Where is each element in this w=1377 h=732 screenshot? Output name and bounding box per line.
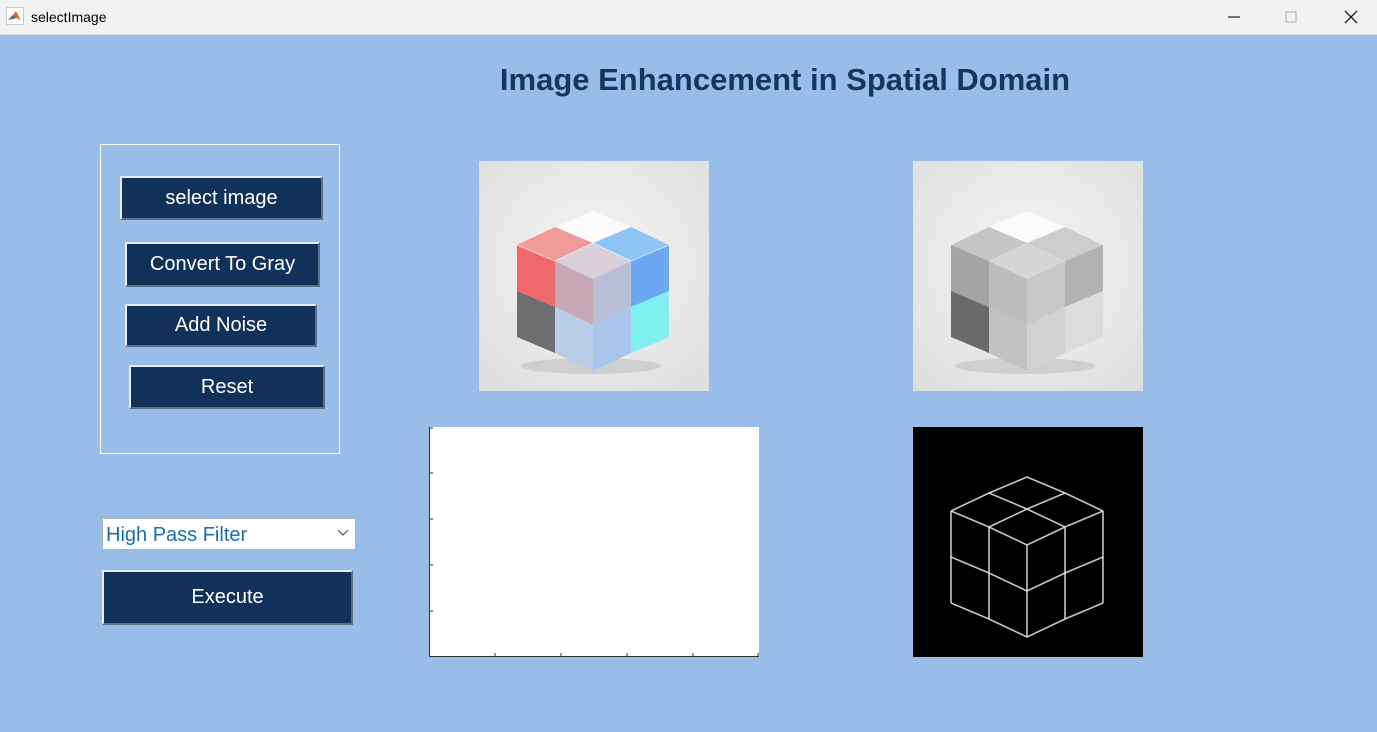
window-title: selectImage xyxy=(31,9,107,25)
reset-button[interactable]: Reset xyxy=(129,365,325,409)
minimize-button[interactable] xyxy=(1211,0,1257,34)
select-image-button[interactable]: select image xyxy=(120,176,323,220)
maximize-button[interactable] xyxy=(1268,0,1314,34)
chevron-down-icon xyxy=(337,529,349,536)
window-titlebar: selectImage xyxy=(0,0,1377,35)
filter-dropdown-value: High Pass Filter xyxy=(106,524,248,546)
add-noise-button[interactable]: Add Noise xyxy=(125,304,317,347)
execute-button[interactable]: Execute xyxy=(102,570,353,625)
close-button[interactable] xyxy=(1328,0,1374,34)
close-icon xyxy=(1344,10,1358,24)
filtered-image xyxy=(913,427,1143,657)
filter-dropdown[interactable]: High Pass Filter xyxy=(102,518,356,550)
maximize-icon xyxy=(1285,11,1297,23)
grayscale-image xyxy=(913,161,1143,391)
convert-to-gray-button[interactable]: Convert To Gray xyxy=(125,242,320,287)
minimize-icon xyxy=(1228,16,1240,18)
matlab-icon xyxy=(6,7,24,25)
original-image xyxy=(479,161,709,391)
page-title: Image Enhancement in Spatial Domain xyxy=(499,62,1071,97)
plot-axes xyxy=(429,427,759,657)
